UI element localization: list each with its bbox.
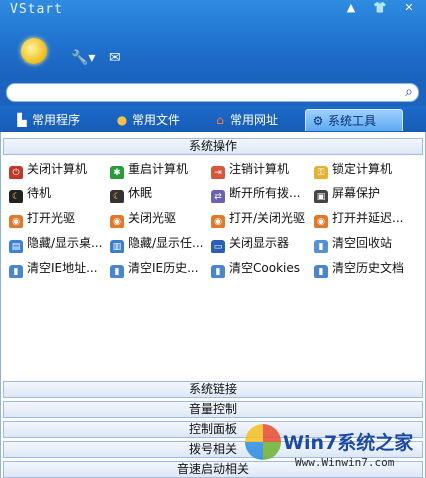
item-label: 打开并延迟...	[332, 211, 404, 225]
recycle-bin-icon: ▮	[314, 240, 328, 253]
item-label: 隐藏/显示桌...	[27, 236, 103, 250]
restart-item[interactable]: ✱ 重启计算机	[110, 159, 210, 179]
close-cd-item[interactable]: ◉ 关闭光驱	[110, 208, 210, 228]
network-icon: ⇄	[211, 190, 225, 203]
watermark: Win7系统之家 Www.Winwin7.com	[237, 420, 426, 478]
item-label: 注销计算机	[229, 162, 290, 176]
item-label: 隐藏/显示任...	[128, 236, 204, 250]
shutdown-item[interactable]: ⏻ 关闭计算机	[9, 159, 109, 179]
title-bar	[0, 0, 426, 80]
logoff-icon: ⇥	[211, 166, 225, 179]
clear-cookies-item[interactable]: ▮ 清空Cookies	[211, 258, 311, 278]
camera-icon: ▣	[314, 190, 328, 203]
open-cd-delay-item[interactable]: ◉ 打开并延迟...	[314, 208, 414, 228]
open-cd-item[interactable]: ◉ 打开光驱	[9, 208, 109, 228]
windows-logo-icon	[245, 424, 281, 460]
item-label: 清空IE地址...	[27, 261, 98, 275]
app-title: VStart	[10, 2, 63, 17]
moon-icon: ☾	[110, 190, 124, 203]
tab-label: 系统工具	[328, 114, 377, 128]
tab-common-urls[interactable]: ⌂ 常用网址	[208, 109, 304, 131]
item-label: 清空Cookies	[229, 261, 300, 275]
monitor-off-item[interactable]: ▭ 关闭显示器	[211, 233, 311, 253]
item-label: 锁定计算机	[332, 162, 393, 176]
item-label: 关闭光驱	[128, 211, 177, 225]
item-label: 关闭计算机	[27, 162, 88, 176]
clear-icon: ▮	[9, 265, 23, 278]
item-label: 关闭显示器	[229, 236, 290, 250]
tab-label: 常用网址	[230, 113, 279, 127]
tab-common-files[interactable]: ● 常用文件	[110, 109, 206, 131]
item-label: 清空IE历史...	[128, 261, 199, 275]
item-label: 屏幕保护	[332, 186, 381, 200]
file-icon: ●	[116, 113, 128, 127]
tab-label: 常用程序	[32, 113, 81, 127]
clear-icon: ▮	[110, 265, 124, 278]
tab-label: 常用文件	[132, 113, 181, 127]
section-system-ops[interactable]: 系统操作	[3, 138, 423, 155]
hibernate-item[interactable]: ☾ 休眠	[110, 183, 210, 203]
item-label: 休眠	[128, 186, 153, 200]
lock-icon: ⚿	[314, 166, 328, 179]
section-volume-control[interactable]: 音量控制	[3, 401, 423, 418]
gear-icon: ⚙	[312, 114, 324, 128]
search-icon[interactable]: ⌕	[399, 82, 419, 102]
clear-recent-docs-item[interactable]: ▮ 清空历史文档	[314, 258, 419, 278]
cd-icon: ◉	[9, 215, 23, 228]
moon-icon: ☾	[9, 190, 23, 203]
clear-icon: ▮	[314, 265, 328, 278]
restart-icon: ✱	[110, 166, 124, 179]
screensaver-item[interactable]: ▣ 屏幕保护	[314, 183, 414, 203]
item-label: 清空回收站	[332, 236, 393, 250]
clear-ie-history-item[interactable]: ▮ 清空IE历史...	[110, 258, 210, 278]
house-icon: ⌂	[216, 113, 224, 127]
item-label: 打开/关闭光驱	[229, 211, 306, 225]
sun-icon[interactable]	[21, 38, 47, 64]
clear-ie-address-item[interactable]: ▮ 清空IE地址...	[9, 258, 109, 278]
skin-button[interactable]: 👕	[369, 0, 391, 16]
toggle-desktop-item[interactable]: ▤ 隐藏/显示桌...	[9, 233, 109, 253]
wrench-icon[interactable]: 🔧▾	[71, 50, 95, 66]
logoff-item[interactable]: ⇥ 注销计算机	[211, 159, 311, 179]
search-input[interactable]	[6, 83, 419, 102]
item-label: 待机	[27, 186, 52, 200]
mail-icon[interactable]: ✉	[109, 50, 121, 66]
watermark-text: Win7系统之家	[283, 432, 414, 454]
lock-item[interactable]: ⚿ 锁定计算机	[314, 159, 414, 179]
program-icon: ▙	[17, 113, 27, 127]
cd-icon: ◉	[314, 215, 328, 228]
item-label: 清空历史文档	[332, 261, 405, 275]
power-icon: ⏻	[9, 166, 23, 179]
standby-item[interactable]: ☾ 待机	[9, 183, 109, 203]
empty-recycle-bin-item[interactable]: ▮ 清空回收站	[314, 233, 414, 253]
cd-icon: ◉	[211, 215, 225, 228]
tab-system-tools[interactable]: ⚙ 系统工具	[305, 109, 403, 131]
section-system-links[interactable]: 系统链接	[3, 381, 423, 398]
cd-icon: ◉	[110, 215, 124, 228]
minimize-button[interactable]: ▲	[340, 0, 362, 16]
clear-icon: ▮	[211, 265, 225, 278]
watermark-url: Www.Winwin7.com	[295, 456, 395, 469]
close-button[interactable]: ✕	[398, 0, 420, 16]
monitor-icon: ▭	[211, 240, 225, 253]
toggle-taskbar-item[interactable]: ▥ 隐藏/显示任...	[110, 233, 210, 253]
tab-common-programs[interactable]: ▙ 常用程序	[10, 109, 106, 131]
taskbar-icon: ▥	[110, 240, 124, 253]
toggle-cd-item[interactable]: ◉ 打开/关闭光驱	[211, 208, 313, 228]
desktop-icon: ▤	[9, 240, 23, 253]
disconnect-dialup-item[interactable]: ⇄ 断开所有拨...	[211, 183, 311, 203]
item-label: 重启计算机	[128, 162, 189, 176]
item-label: 打开光驱	[27, 211, 76, 225]
item-label: 断开所有拨...	[229, 186, 301, 200]
